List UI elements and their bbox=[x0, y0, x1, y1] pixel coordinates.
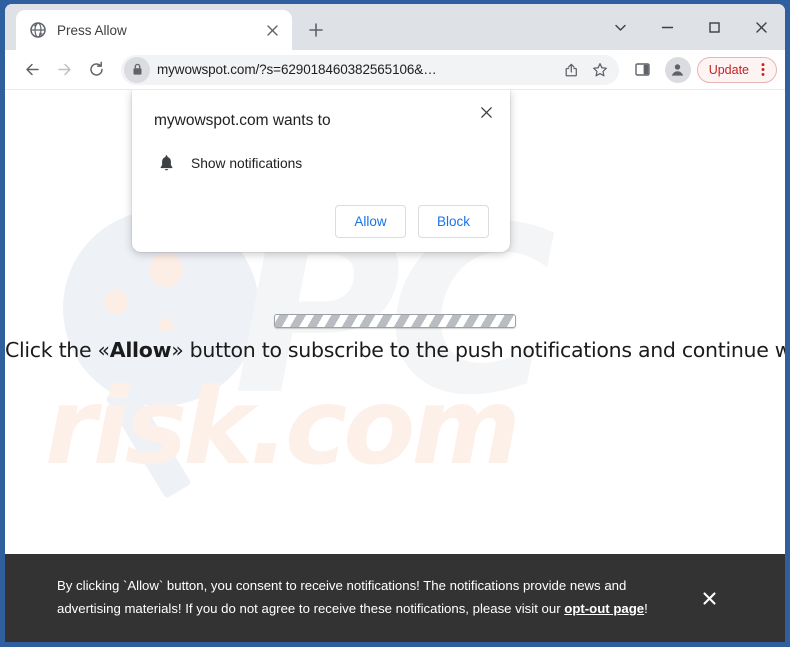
permission-dialog-actions: Allow Block bbox=[153, 205, 489, 238]
page-headline: Click the «Allow» button to subscribe to… bbox=[5, 338, 785, 362]
block-button[interactable]: Block bbox=[418, 205, 489, 238]
forward-arrow-icon bbox=[49, 55, 79, 85]
consent-banner: By clicking `Allow` button, you consent … bbox=[5, 554, 785, 642]
watermark-dot bbox=[104, 290, 128, 314]
permission-request-row: Show notifications bbox=[153, 152, 489, 174]
globe-icon bbox=[29, 22, 46, 39]
headline-prefix: Click the « bbox=[5, 338, 110, 362]
browser-tab[interactable]: Press Allow bbox=[16, 10, 292, 50]
headline-suffix: » button to subscribe to the push notifi… bbox=[171, 338, 785, 362]
page-viewport: PC risk.com Click the «Allow» button to … bbox=[5, 90, 785, 642]
progress-bar-wrapper bbox=[5, 314, 785, 328]
minimize-icon[interactable] bbox=[644, 5, 691, 49]
watermark-risk-text: risk.com bbox=[45, 366, 521, 488]
tab-strip: Press Allow bbox=[5, 4, 785, 50]
tab-search-chevron-icon[interactable] bbox=[597, 5, 644, 49]
consent-text-after: ! bbox=[644, 601, 648, 616]
consent-banner-text: By clicking `Allow` button, you consent … bbox=[57, 575, 677, 620]
browser-window: Press Allow mywowspot.com/?s=62901846038… bbox=[0, 0, 790, 647]
address-bar[interactable]: mywowspot.com/?s=629018460382565106&… bbox=[121, 54, 619, 85]
profile-avatar-icon[interactable] bbox=[664, 56, 691, 83]
consent-text-before: By clicking `Allow` button, you consent … bbox=[57, 578, 627, 616]
update-button-label: Update bbox=[708, 62, 749, 77]
watermark-dot bbox=[149, 253, 183, 287]
tab-title: Press Allow bbox=[57, 22, 127, 38]
permission-dialog-title: mywowspot.com wants to bbox=[154, 112, 331, 129]
consent-banner-close-icon[interactable] bbox=[691, 580, 727, 616]
bell-icon bbox=[156, 152, 176, 174]
close-icon[interactable] bbox=[738, 5, 785, 49]
back-arrow-icon[interactable] bbox=[17, 55, 47, 85]
maximize-icon[interactable] bbox=[691, 5, 738, 49]
allow-button[interactable]: Allow bbox=[335, 205, 406, 238]
browser-chrome: Press Allow mywowspot.com/?s=62901846038… bbox=[5, 4, 785, 642]
permission-dialog-close-icon[interactable] bbox=[474, 100, 498, 124]
lock-icon[interactable] bbox=[124, 56, 150, 83]
star-icon[interactable] bbox=[587, 57, 613, 83]
loading-progress-bar bbox=[274, 314, 516, 328]
new-tab-button[interactable] bbox=[301, 15, 331, 45]
browser-toolbar: mywowspot.com/?s=629018460382565106&… Up… bbox=[5, 50, 785, 90]
headline-allow-word: Allow bbox=[109, 338, 172, 362]
tab-close-icon[interactable] bbox=[262, 20, 282, 40]
reload-icon[interactable] bbox=[81, 55, 111, 85]
notification-permission-dialog: mywowspot.com wants to Show notification… bbox=[132, 90, 510, 252]
permission-label: Show notifications bbox=[191, 155, 303, 171]
url-text[interactable]: mywowspot.com/?s=629018460382565106&… bbox=[150, 62, 557, 77]
update-button[interactable]: Update bbox=[696, 56, 777, 83]
opt-out-page-link[interactable]: opt-out page bbox=[564, 601, 644, 616]
side-panel-icon[interactable] bbox=[628, 55, 658, 85]
share-icon[interactable] bbox=[559, 57, 585, 83]
three-dots-menu-icon[interactable] bbox=[754, 61, 772, 79]
window-controls bbox=[597, 4, 785, 50]
